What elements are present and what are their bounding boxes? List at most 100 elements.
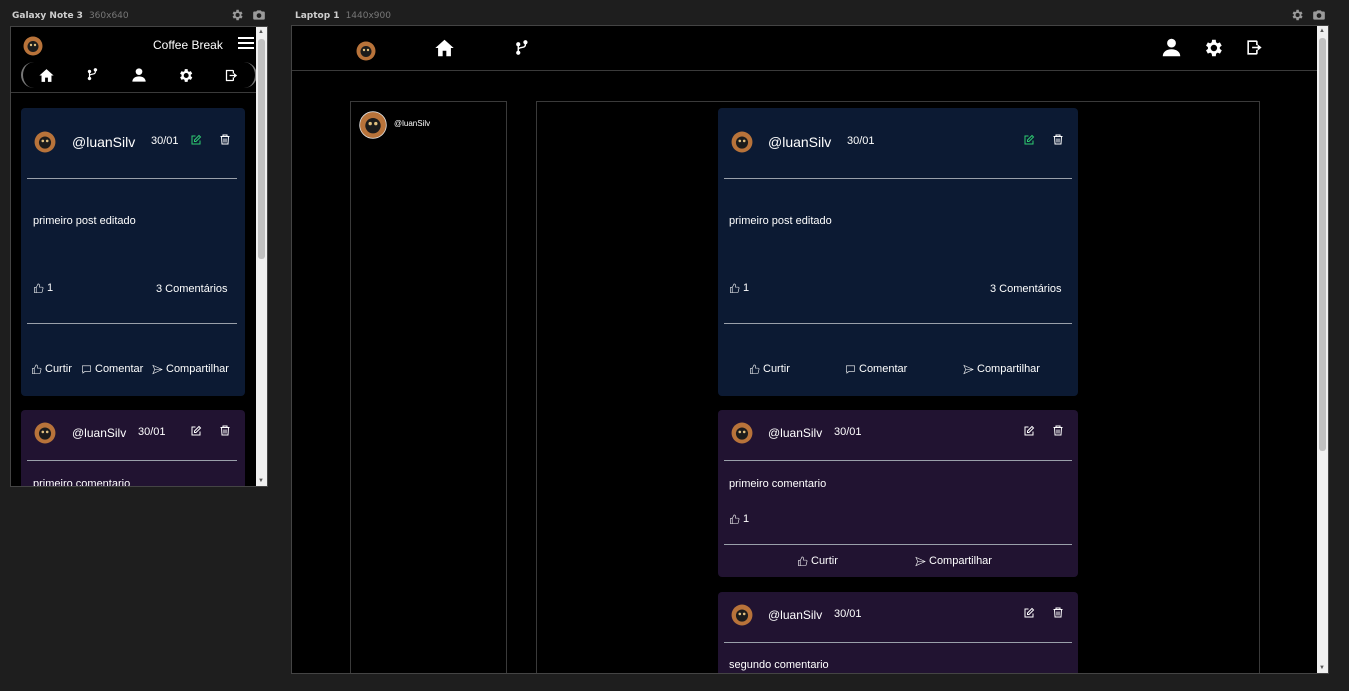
camera-icon[interactable] — [1312, 8, 1326, 22]
owl-avatar-icon — [356, 41, 376, 61]
like-count: 1 — [33, 282, 53, 294]
divider — [27, 323, 237, 324]
post-card: @luanSilv 30/01 primeiro post editado 1 … — [21, 108, 245, 396]
divider — [27, 178, 237, 179]
share-button[interactable]: Compartilhar — [963, 363, 1040, 375]
device-label-phone: Galaxy Note 3 360x640 — [12, 11, 129, 21]
comment-username[interactable]: @luanSilv — [768, 608, 822, 622]
trash-icon[interactable] — [1051, 605, 1065, 619]
mobile-header: Coffee Break — [11, 27, 258, 93]
hamburger-menu-icon[interactable] — [238, 37, 254, 49]
share-button[interactable]: Compartilhar — [152, 363, 229, 375]
user-icon[interactable] — [1161, 37, 1182, 58]
like-label: Curtir — [45, 363, 72, 375]
logo[interactable] — [23, 36, 43, 61]
settings-icon[interactable] — [1290, 8, 1304, 22]
owl-avatar-icon[interactable] — [731, 131, 753, 153]
trash-icon[interactable] — [1051, 132, 1065, 146]
thumbs-up-icon — [750, 364, 760, 374]
gear-icon[interactable] — [1202, 37, 1224, 59]
home-icon[interactable] — [433, 37, 456, 59]
comment-card: @luanSilv 30/01 primeiro comentario 1 Cu… — [718, 410, 1078, 577]
device-size: 360x640 — [88, 11, 129, 21]
share-label: Compartilhar — [977, 363, 1040, 375]
device-size: 1440x900 — [345, 11, 391, 21]
comment-date: 30/01 — [138, 426, 166, 438]
edit-icon[interactable] — [189, 424, 203, 438]
user-icon[interactable] — [129, 65, 149, 85]
trash-icon[interactable] — [1051, 423, 1065, 437]
brand-name: Coffee Break — [153, 38, 223, 52]
comments-count-link[interactable]: 3 Comentários — [990, 283, 1062, 295]
edit-icon[interactable] — [1022, 133, 1036, 147]
thumbs-up-icon — [730, 514, 740, 524]
comment-button[interactable]: Comentar — [845, 363, 907, 375]
like-button[interactable]: Curtir — [749, 363, 790, 375]
comment-username[interactable]: @luanSilv — [72, 426, 126, 440]
send-icon — [152, 364, 163, 374]
comment-label: Comentar — [859, 363, 908, 375]
logout-icon[interactable] — [222, 65, 242, 85]
camera-icon[interactable] — [252, 8, 266, 22]
phone-viewport: Coffee Break @luanSilv 30/01 primeiro po… — [10, 26, 268, 487]
device-tools-phone — [230, 8, 266, 22]
thumbs-up-icon — [34, 283, 44, 293]
device-name: Galaxy Note 3 — [12, 11, 83, 21]
owl-avatar-icon[interactable] — [34, 131, 56, 153]
send-icon — [915, 556, 926, 566]
post-date: 30/01 — [847, 135, 875, 147]
share-button[interactable]: Compartilhar — [915, 555, 992, 567]
settings-icon[interactable] — [230, 8, 244, 22]
owl-avatar-icon[interactable] — [731, 604, 753, 626]
owl-avatar-icon[interactable] — [359, 111, 387, 139]
share-label: Compartilhar — [929, 555, 992, 567]
home-icon[interactable] — [36, 65, 56, 85]
desktop-header — [292, 26, 1318, 71]
comment-username[interactable]: @luanSilv — [768, 426, 822, 440]
git-branch-icon[interactable] — [514, 38, 531, 59]
scrollbar[interactable]: ▲ ▼ — [1317, 26, 1328, 673]
comment-icon — [82, 365, 91, 374]
post-username[interactable]: @luanSilv — [768, 134, 831, 150]
scrollbar[interactable]: ▲ ▼ — [256, 27, 267, 486]
gear-icon[interactable] — [175, 65, 195, 85]
edit-icon[interactable] — [1022, 606, 1036, 620]
comment-text: segundo comentario — [729, 659, 829, 671]
like-count-value: 1 — [47, 282, 54, 294]
comment-card: @luanSilv 30/01 primeiro comentario — [21, 410, 245, 486]
divider — [724, 642, 1072, 643]
like-button[interactable]: Curtir — [797, 555, 838, 567]
trash-icon[interactable] — [218, 132, 232, 146]
like-label: Curtir — [763, 363, 790, 375]
thumbs-up-icon — [32, 364, 42, 374]
scrollbar-thumb[interactable] — [258, 39, 265, 259]
edit-icon[interactable] — [189, 133, 203, 147]
comments-count-link[interactable]: 3 Comentários — [156, 283, 228, 295]
comment-icon — [846, 365, 855, 374]
laptop-viewport: @luanSilv @luanSilv 30/01 primeiro post … — [291, 25, 1329, 674]
like-button[interactable]: Curtir — [31, 363, 72, 375]
edit-icon[interactable] — [1022, 424, 1036, 438]
comment-button[interactable]: Comentar — [81, 363, 143, 375]
logout-icon[interactable] — [1244, 38, 1265, 57]
thumbs-up-icon — [798, 556, 808, 566]
profile-handle[interactable]: @luanSilv — [394, 119, 430, 128]
like-count-value: 1 — [743, 282, 750, 294]
post-text: primeiro post editado — [33, 215, 136, 227]
git-branch-icon[interactable] — [83, 65, 103, 85]
scrollbar-thumb[interactable] — [1319, 38, 1326, 451]
device-label-laptop: Laptop 1 1440x900 — [295, 11, 391, 21]
share-label: Compartilhar — [166, 363, 229, 375]
logo[interactable] — [356, 41, 376, 61]
comment-date: 30/01 — [834, 608, 862, 620]
owl-avatar-icon[interactable] — [34, 422, 56, 444]
like-count: 1 — [729, 513, 749, 525]
trash-icon[interactable] — [218, 423, 232, 437]
device-name: Laptop 1 — [295, 11, 340, 21]
comment-date: 30/01 — [834, 426, 862, 438]
post-username[interactable]: @luanSilv — [72, 134, 135, 150]
post-date: 30/01 — [151, 135, 179, 147]
post-card: @luanSilv 30/01 primeiro post editado 1 … — [718, 108, 1078, 396]
owl-avatar-icon[interactable] — [731, 422, 753, 444]
post-text: primeiro post editado — [729, 215, 832, 227]
